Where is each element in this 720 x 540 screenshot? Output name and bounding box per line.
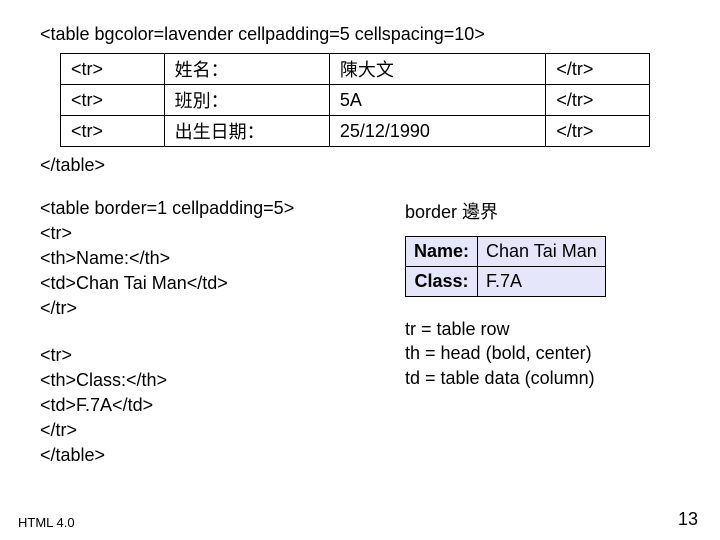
border-label: border 邊界	[405, 198, 680, 224]
code-line: </tr>	[40, 298, 380, 319]
top-syntax-table: <tr> 姓名： 陳大文 </tr> <tr> 班別： 5A </tr> <tr…	[60, 53, 650, 147]
note-line: td = table data (column)	[405, 366, 680, 390]
table-row: <tr> 姓名： 陳大文 </tr>	[61, 54, 650, 85]
cell-value: 陳大文	[329, 54, 546, 85]
footer-version: HTML 4.0	[18, 515, 75, 530]
cell-tr-close: </tr>	[546, 85, 650, 116]
cell-label: 姓名：	[164, 54, 329, 85]
code-line: <th>Class:</th>	[40, 370, 380, 391]
code-table-close: </table>	[40, 155, 680, 176]
cell-tr-open: <tr>	[61, 54, 165, 85]
table-row: <tr> 班別： 5A </tr>	[61, 85, 650, 116]
cell-value: 25/12/1990	[329, 116, 546, 147]
demo-td: F.7A	[478, 267, 606, 297]
cell-value: 5A	[329, 85, 546, 116]
demo-rendered-table: Name: Chan Tai Man Class: F.7A	[405, 236, 606, 297]
cell-tr-close: </tr>	[546, 116, 650, 147]
notes-block: tr = table row th = head (bold, center) …	[405, 317, 680, 390]
demo-td: Chan Tai Man	[478, 237, 606, 267]
note-line: tr = table row	[405, 317, 680, 341]
table-row: Class: F.7A	[406, 267, 606, 297]
cell-label: 出生日期：	[164, 116, 329, 147]
code-line: <tr>	[40, 345, 380, 366]
cell-label: 班別：	[164, 85, 329, 116]
note-line: th = head (bold, center)	[405, 341, 680, 365]
code-table-open: <table bgcolor=lavender cellpadding=5 ce…	[40, 24, 680, 45]
demo-th: Class:	[406, 267, 478, 297]
cell-tr-open: <tr>	[61, 116, 165, 147]
cell-tr-close: </tr>	[546, 54, 650, 85]
cell-tr-open: <tr>	[61, 85, 165, 116]
code-line: </table>	[40, 445, 380, 466]
code-line: <tr>	[40, 223, 380, 244]
table-row: Name: Chan Tai Man	[406, 237, 606, 267]
page-number: 13	[678, 509, 698, 530]
code-line: <table border=1 cellpadding=5>	[40, 198, 380, 219]
demo-th: Name:	[406, 237, 478, 267]
table-row: <tr> 出生日期： 25/12/1990 </tr>	[61, 116, 650, 147]
code-line: <td>Chan Tai Man</td>	[40, 273, 380, 294]
code-line: </tr>	[40, 420, 380, 441]
code-line: <td>F.7A</td>	[40, 395, 380, 416]
code-line: <th>Name:</th>	[40, 248, 380, 269]
